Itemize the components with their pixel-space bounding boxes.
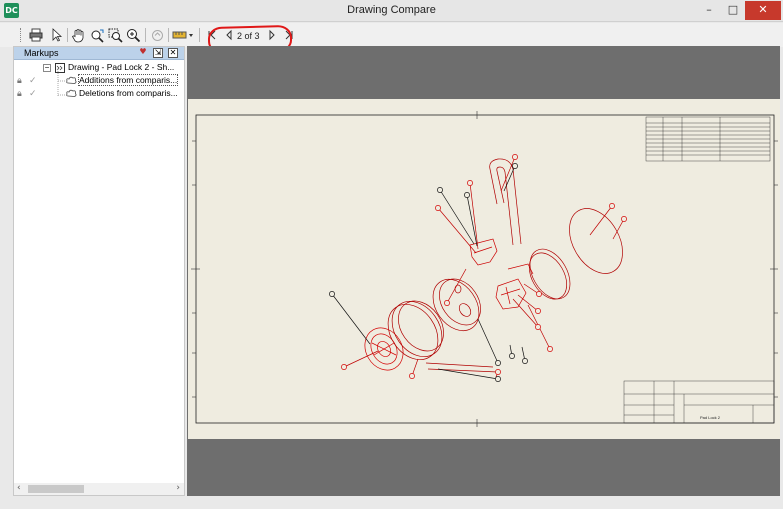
window-title: Drawing Compare: [347, 4, 436, 16]
select-arrow-icon[interactable]: [48, 27, 64, 43]
drawing-svg: Pad Lock 2: [191, 111, 778, 427]
toolbar: 2 of 3: [0, 23, 783, 47]
markups-panel: Markups ♥ ⇲ ✕ − Drawing - Pad Lock 2 - S…: [13, 46, 185, 496]
pan-hand-icon[interactable]: [70, 27, 86, 43]
zoom-rotate-icon[interactable]: [89, 27, 105, 43]
measure-icon[interactable]: [172, 27, 194, 43]
scrollbar-thumb[interactable]: [28, 485, 84, 493]
close-button[interactable]: ✕: [745, 1, 781, 20]
scroll-left-icon[interactable]: ‹: [17, 483, 21, 493]
title-block: [623, 380, 775, 424]
toolbar-separator: [145, 28, 146, 42]
parts-list-table: [645, 116, 771, 162]
tree-item-deletions-label: Deletions from comparis...: [79, 88, 178, 98]
title-block-name: Pad Lock 2: [700, 415, 721, 420]
zoom-magnify-icon[interactable]: [125, 27, 141, 43]
toolbar-separator: [67, 28, 68, 42]
zoom-window-icon[interactable]: [107, 27, 123, 43]
dock-icon[interactable]: ⇲: [153, 48, 163, 58]
horizontal-scrollbar[interactable]: ‹ ›: [14, 483, 184, 495]
scroll-right-icon[interactable]: ›: [176, 483, 180, 493]
panel-close-icon[interactable]: ✕: [168, 48, 178, 58]
highlight-icon[interactable]: [149, 27, 165, 43]
exploded-padlock-view: [329, 154, 627, 382]
tree-connectors: [57, 69, 66, 96]
maximize-button[interactable]: □: [721, 1, 745, 20]
drawing-sheet[interactable]: Pad Lock 2: [188, 99, 780, 439]
print-icon[interactable]: [28, 27, 44, 43]
toolbar-separator: [199, 28, 200, 42]
pin-icon[interactable]: ♥: [138, 48, 148, 58]
minimize-button[interactable]: –: [697, 1, 721, 20]
toolbar-separator: [168, 28, 169, 42]
title-bar: DC Drawing Compare – □ ✕: [0, 0, 783, 22]
tree-item-additions-label: Additions from comparis...: [77, 74, 179, 86]
drawing-canvas[interactable]: Pad Lock 2: [187, 46, 780, 496]
toolbar-grip[interactable]: [20, 28, 22, 42]
zone-marks: [191, 111, 778, 427]
markups-panel-title: Markups: [24, 48, 59, 58]
